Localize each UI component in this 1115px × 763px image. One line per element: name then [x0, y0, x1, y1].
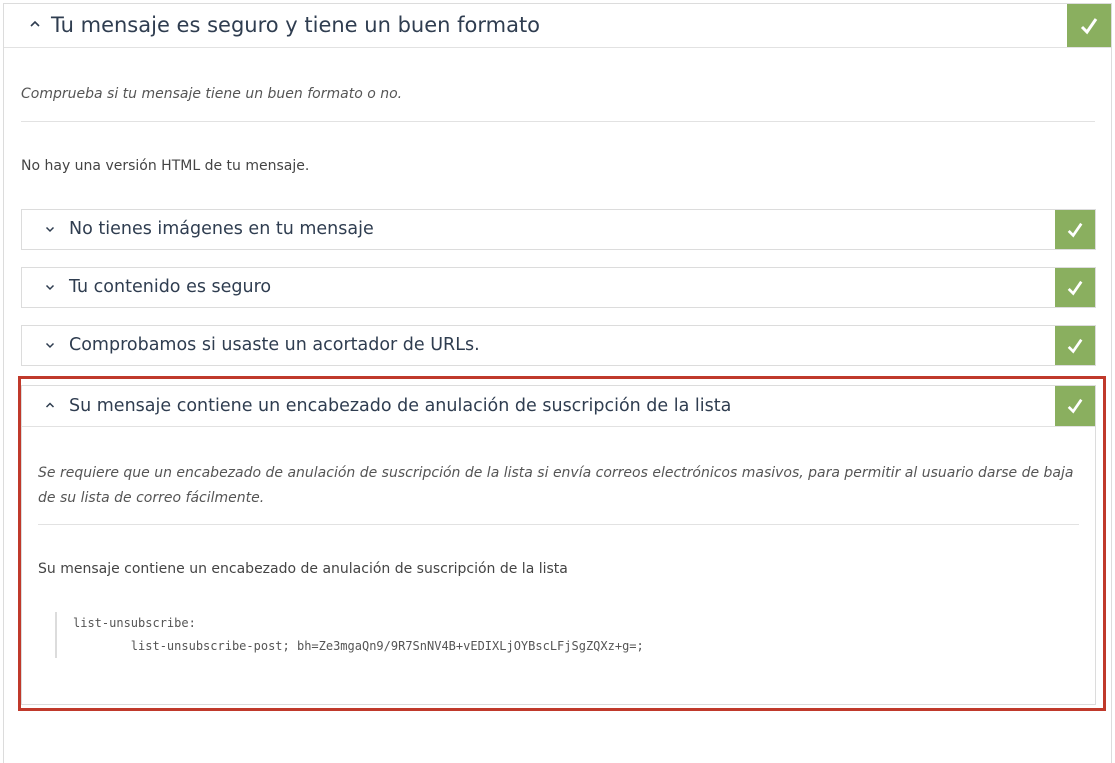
check-url-shortener[interactable]: Comprobamos si usaste un acortador de UR… [21, 325, 1096, 366]
chevron-up-icon [30, 20, 40, 27]
divider [38, 524, 1079, 525]
divider [21, 121, 1095, 122]
check-title: Su mensaje contiene un encabezado de anu… [69, 396, 732, 416]
check-icon [1055, 326, 1095, 365]
chevron-down-icon [45, 284, 55, 291]
main-check-description: Comprueba si tu mensaje tiene un buen fo… [21, 86, 403, 102]
code-line: list-unsubscribe-post; bh=Ze3mgaQn9/9R7S… [73, 639, 644, 653]
header-code-block: list-unsubscribe: list-unsubscribe-post;… [55, 612, 644, 658]
check-icon [1055, 268, 1095, 307]
chevron-down-icon [45, 226, 55, 233]
chevron-down-icon [45, 342, 55, 349]
check-result: Su mensaje contiene un encabezado de anu… [38, 561, 568, 577]
check-list-unsubscribe-header[interactable]: Su mensaje contiene un encabezado de anu… [22, 386, 1095, 427]
main-check-panel: Tu mensaje es seguro y tiene un buen for… [3, 3, 1112, 763]
check-list-unsubscribe: Su mensaje contiene un encabezado de anu… [21, 385, 1096, 705]
check-icon [1067, 4, 1111, 47]
code-line: list-unsubscribe: [73, 616, 196, 630]
check-title: Comprobamos si usaste un acortador de UR… [69, 335, 480, 355]
check-title: Tu contenido es seguro [69, 277, 272, 297]
check-description: Se requiere que un encabezado de anulaci… [38, 465, 1074, 506]
main-check-header[interactable]: Tu mensaje es seguro y tiene un buen for… [4, 4, 1111, 48]
check-no-images[interactable]: No tienes imágenes en tu mensaje [21, 209, 1096, 250]
check-icon [1055, 210, 1095, 249]
chevron-up-icon [45, 402, 55, 408]
check-title: No tienes imágenes en tu mensaje [69, 219, 374, 239]
check-content-safe[interactable]: Tu contenido es seguro [21, 267, 1096, 308]
main-check-title: Tu mensaje es seguro y tiene un buen for… [51, 13, 541, 37]
check-icon [1055, 386, 1095, 426]
main-check-result: No hay una versión HTML de tu mensaje. [21, 158, 310, 174]
